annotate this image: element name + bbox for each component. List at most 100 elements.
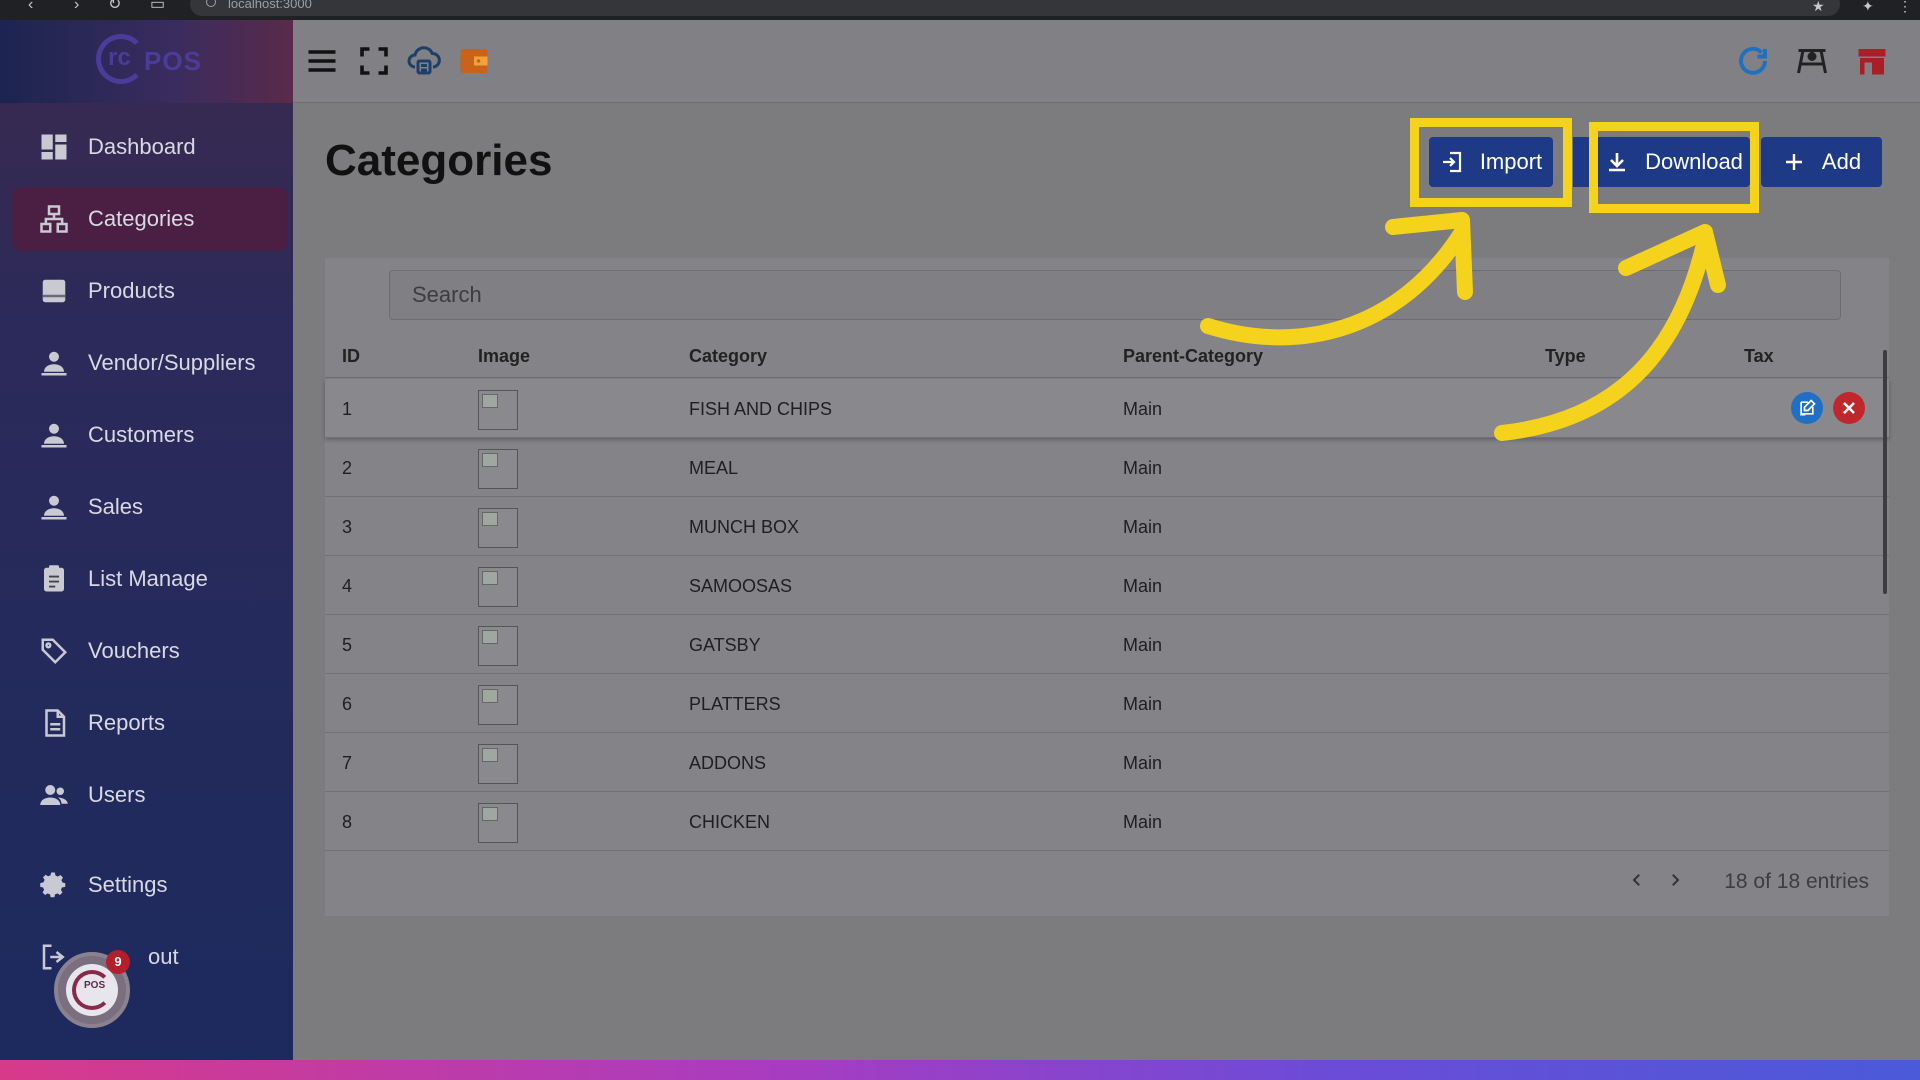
previous-page-icon[interactable] <box>1623 866 1651 894</box>
extensions-puzzle-icon[interactable]: ✦ <box>1862 0 1874 15</box>
forward-icon[interactable]: › <box>74 0 79 14</box>
download-icon <box>1609 153 1626 172</box>
cash-drawer-icon[interactable] <box>1793 42 1831 80</box>
sidebar-item-label: Reports <box>88 710 166 735</box>
table-footer: 18 of 18 entries <box>325 850 1889 916</box>
search-input[interactable] <box>389 270 1841 320</box>
sidebar-item-label: Sales <box>88 494 144 519</box>
column-header-type[interactable]: Type <box>1545 346 1586 367</box>
sidebar-item-label: out <box>148 944 179 969</box>
delete-button[interactable] <box>1833 392 1865 424</box>
cell-id: 1 <box>342 399 353 419</box>
refresh-icon[interactable] <box>1734 42 1772 80</box>
category-image <box>478 390 518 430</box>
category-image <box>478 508 518 548</box>
table-row[interactable]: 5 GATSBY Main <box>325 615 1889 674</box>
gear-icon <box>38 869 70 901</box>
sidebar-item-products[interactable]: Products <box>12 259 288 323</box>
import-label: Import <box>1479 149 1543 174</box>
wallet-icon[interactable] <box>455 42 493 80</box>
cell-parent-category: Main <box>1123 635 1163 655</box>
entries-count: 18 of 18 entries <box>1724 870 1869 893</box>
table-row[interactable]: 3 MUNCH BOX Main <box>325 497 1889 556</box>
cell-id: 4 <box>342 576 353 596</box>
table-row[interactable]: 1 FISH AND CHIPS Main <box>325 379 1889 438</box>
column-header-category[interactable]: Category <box>689 346 767 367</box>
table-row[interactable]: 4 SAMOOSAS Main <box>325 556 1889 615</box>
sidebar-item-reports[interactable]: Reports <box>12 691 288 755</box>
bookmark-icon[interactable]: ★ <box>1812 0 1825 15</box>
cell-parent-category: Main <box>1123 458 1163 478</box>
sidebar-item-dashboard[interactable]: Dashboard <box>12 115 288 179</box>
sidebar-item-logout[interactable]: out <box>12 925 288 989</box>
table-header: ID Image Category Parent-Category Type T… <box>325 334 1889 378</box>
floating-app-button[interactable]: POS 9 <box>54 950 130 1028</box>
sidebar-item-label: Users <box>88 782 146 807</box>
cell-category: FISH AND CHIPS <box>689 399 833 419</box>
categories-table-card: ID Image Category Parent-Category Type T… <box>325 258 1889 916</box>
category-image <box>478 449 518 489</box>
hamburger-menu-icon[interactable] <box>303 42 341 80</box>
column-header-tax[interactable]: Tax <box>1744 346 1774 367</box>
logo-mark: rc <box>108 44 131 71</box>
cloud-sync-icon[interactable] <box>405 42 443 80</box>
cell-category: GATSBY <box>689 635 761 655</box>
cell-parent-category: Main <box>1123 812 1163 832</box>
browser-menu-icon[interactable]: ⋮ <box>1898 0 1912 15</box>
fullscreen-icon[interactable] <box>355 42 393 80</box>
sidebar-item-sales[interactable]: Sales <box>12 475 288 539</box>
sidebar-item-vouchers[interactable]: Vouchers <box>12 619 288 683</box>
sidebar-item-settings[interactable]: Settings <box>12 853 288 917</box>
cell-id: 3 <box>342 517 353 537</box>
dashboard-icon <box>38 131 70 163</box>
add-button[interactable]: Add <box>1761 137 1882 187</box>
reload-icon[interactable]: ↻ <box>108 0 121 14</box>
column-header-image[interactable]: Image <box>478 346 530 367</box>
table-row[interactable]: 7 ADDONS Main <box>325 733 1889 792</box>
users-icon <box>38 779 70 811</box>
table-row[interactable]: 8 CHICKEN Main <box>325 792 1889 851</box>
import-icon <box>1442 151 1461 173</box>
sidebar-item-categories[interactable]: Categories <box>12 187 288 251</box>
category-image <box>478 567 518 607</box>
tag-icon <box>38 635 70 667</box>
cell-category: MEAL <box>689 458 739 478</box>
sidebar-item-list-manage[interactable]: List Manage <box>12 547 288 611</box>
column-header-parent-category[interactable]: Parent-Category <box>1123 346 1263 367</box>
extension-icon[interactable]: ▭ <box>150 0 165 14</box>
sidebar-item-vendor-suppliers[interactable]: Vendor/Suppliers <box>12 331 288 395</box>
download-button[interactable]: Download <box>1598 137 1750 187</box>
url-text: localhost:3000 <box>228 0 312 11</box>
category-image <box>478 803 518 843</box>
site-info-icon[interactable] <box>206 0 216 7</box>
column-header-id[interactable]: ID <box>342 346 360 367</box>
person-icon <box>38 347 70 379</box>
back-icon[interactable]: ‹ <box>28 0 33 14</box>
sidebar-item-users[interactable]: Users <box>12 763 288 827</box>
import-button[interactable]: Import <box>1429 137 1553 187</box>
cell-parent-category: Main <box>1123 517 1163 537</box>
download-label: Download <box>1645 149 1743 174</box>
sidebar-item-customers[interactable]: Customers <box>12 403 288 467</box>
address-bar[interactable]: localhost:3000 <box>190 0 1840 16</box>
edit-icon <box>1800 399 1816 416</box>
store-icon[interactable] <box>1853 42 1891 80</box>
document-icon <box>38 707 70 739</box>
table-row[interactable]: 6 PLATTERS Main <box>325 674 1889 733</box>
sitemap-icon <box>38 203 70 235</box>
cell-parent-category: Main <box>1123 694 1163 714</box>
cell-id: 2 <box>342 458 353 478</box>
sidebar-item-label: Customers <box>88 422 195 447</box>
person-icon <box>38 419 70 451</box>
sidebar-header: rc POS <box>0 20 293 103</box>
category-image <box>478 685 518 725</box>
table-scrollbar[interactable] <box>1883 350 1887 594</box>
edit-button[interactable] <box>1791 392 1823 424</box>
sidebar-item-label: Categories <box>88 206 195 231</box>
product-box-icon <box>38 275 70 307</box>
table-row[interactable]: 2 MEAL Main <box>325 438 1889 497</box>
next-page-icon[interactable] <box>1661 866 1689 894</box>
app-logo[interactable]: rc POS <box>96 34 206 88</box>
sidebar-item-label: List Manage <box>88 566 208 591</box>
cell-category: CHICKEN <box>689 812 771 832</box>
